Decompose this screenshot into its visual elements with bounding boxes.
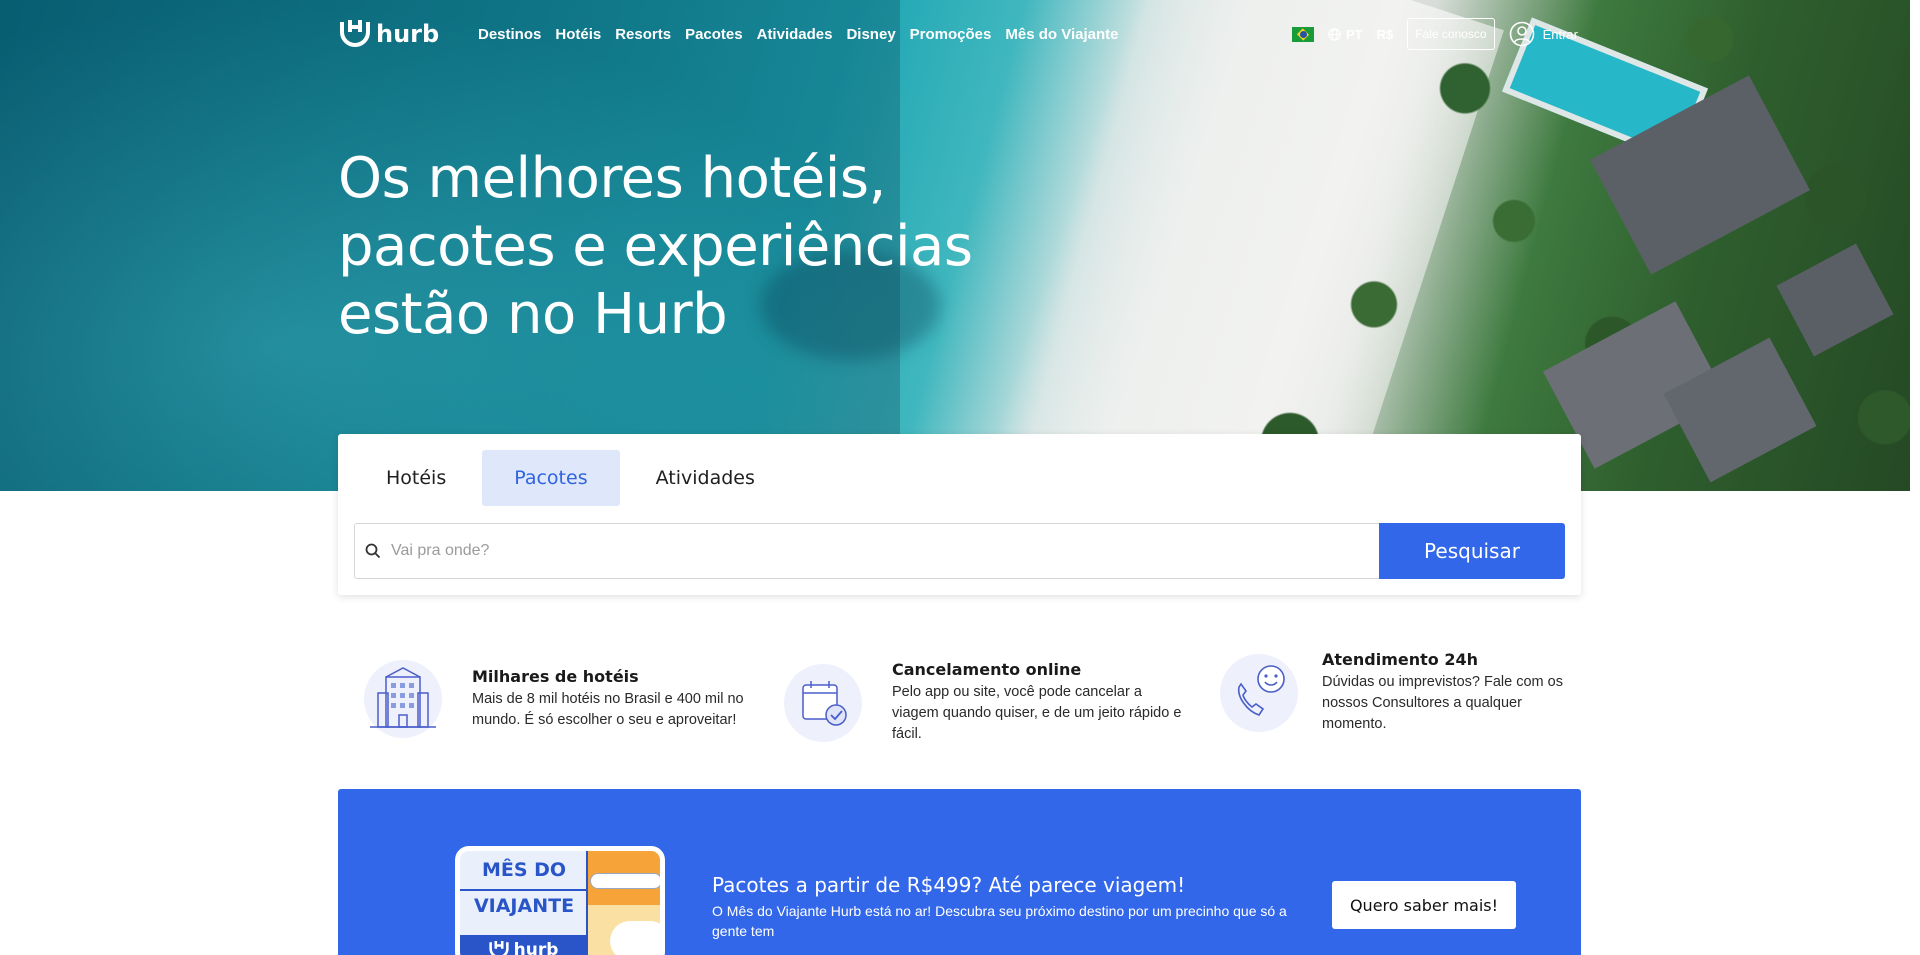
- top-header: hurb Destinos Hotéis Resorts Pacotes Ati…: [338, 14, 1578, 54]
- phone-chat-icon: [1220, 653, 1298, 732]
- search-button[interactable]: Pesquisar: [1379, 523, 1565, 579]
- feature-cancellation: Cancelamento online Pelo app ou site, vo…: [784, 660, 1192, 745]
- hero-edge: [1910, 0, 1920, 491]
- mes-do-viajante-badge[interactable]: MÊS DO VIAJANTE hurb: [455, 846, 665, 955]
- currency-selector[interactable]: R$: [1377, 27, 1394, 42]
- features-section: Milhares de hotéis Mais de 8 mil hotéis …: [338, 650, 1581, 760]
- badge-logo: hurb: [460, 935, 586, 955]
- hero-title-line: pacotes e experiências: [338, 214, 973, 279]
- promo-description: O Mês do Viajante Hurb está no ar! Descu…: [712, 903, 1287, 939]
- tab-atividades[interactable]: Atividades: [624, 450, 787, 506]
- nav-item-promocoes[interactable]: Promoções: [910, 26, 992, 43]
- hero-banner: hurb Destinos Hotéis Resorts Pacotes Ati…: [0, 0, 1920, 491]
- promo-title: Pacotes a partir de R$499? Até parece vi…: [712, 873, 1186, 897]
- tab-hoteis[interactable]: Hotéis: [354, 450, 478, 506]
- hotel-building-icon: [364, 660, 442, 738]
- logo-text: hurb: [376, 20, 440, 48]
- language-selector[interactable]: PT: [1328, 27, 1363, 42]
- globe-icon: [1328, 27, 1341, 41]
- header-actions: PT R$ Fale conosco Entrar: [1291, 14, 1578, 54]
- hurb-logo[interactable]: hurb: [338, 20, 478, 48]
- login-label: Entrar: [1542, 26, 1578, 42]
- badge-logo-text: hurb: [513, 940, 559, 955]
- main-nav: Destinos Hotéis Resorts Pacotes Atividad…: [478, 26, 1118, 43]
- feature-title: Atendimento 24h: [1322, 650, 1478, 669]
- hero-title-line: estão no Hurb: [338, 282, 728, 347]
- language-label: PT: [1345, 26, 1363, 42]
- calendar-check-icon: [784, 663, 862, 742]
- hero-title-line: Os melhores hotéis,: [338, 146, 886, 211]
- nav-item-resorts[interactable]: Resorts: [615, 26, 671, 43]
- nav-item-mes-do-viajante[interactable]: Mês do Viajante: [1005, 26, 1118, 43]
- feature-hotels: Milhares de hotéis Mais de 8 mil hotéis …: [364, 660, 752, 738]
- badge-divider: [460, 889, 586, 891]
- promo-banner: MÊS DO VIAJANTE hurb Pacotes a partir de…: [338, 789, 1581, 955]
- nav-item-pacotes[interactable]: Pacotes: [685, 26, 743, 43]
- brazil-flag-icon[interactable]: [1291, 26, 1314, 42]
- search-input[interactable]: [391, 542, 1291, 560]
- cloud-icon: [610, 921, 660, 955]
- feature-text: Dúvidas ou imprevistos? Fale com os noss…: [1322, 674, 1563, 732]
- login-button[interactable]: Entrar: [1509, 21, 1578, 47]
- nav-item-disney[interactable]: Disney: [846, 26, 895, 43]
- feature-text: Mais de 8 mil hotéis no Brasil e 400 mil…: [472, 691, 744, 728]
- nav-item-destinos[interactable]: Destinos: [478, 26, 541, 43]
- search-tabs: Hotéis Pacotes Atividades: [354, 450, 787, 506]
- search-field[interactable]: [354, 523, 1379, 579]
- hero-title: Os melhores hotéis, pacotes e experiênci…: [338, 145, 1038, 349]
- search-card: Hotéis Pacotes Atividades Pesquisar: [338, 434, 1581, 595]
- hurb-logo-icon: [488, 941, 509, 955]
- airplane-icon: [590, 873, 660, 889]
- search-row: Pesquisar: [354, 523, 1565, 579]
- nav-item-atividades[interactable]: Atividades: [757, 26, 833, 43]
- hurb-logo-icon: [340, 20, 370, 47]
- badge-line: VIAJANTE: [473, 895, 575, 917]
- learn-more-button[interactable]: Quero saber mais!: [1332, 881, 1516, 929]
- nav-item-hoteis[interactable]: Hotéis: [555, 26, 601, 43]
- feature-text: Pelo app ou site, você pode cancelar a v…: [892, 684, 1182, 742]
- tab-pacotes[interactable]: Pacotes: [482, 450, 620, 506]
- feature-title: Milhares de hotéis: [472, 667, 639, 686]
- badge-line: MÊS DO: [481, 859, 567, 881]
- feature-support: Atendimento 24h Dúvidas ou imprevistos? …: [1220, 650, 1572, 735]
- contact-button[interactable]: Fale conosco: [1407, 18, 1495, 50]
- search-icon: [365, 543, 381, 559]
- user-icon: [1509, 21, 1534, 47]
- feature-title: Cancelamento online: [892, 660, 1082, 679]
- promo-text-block: Pacotes a partir de R$499? Até parece vi…: [712, 873, 1312, 941]
